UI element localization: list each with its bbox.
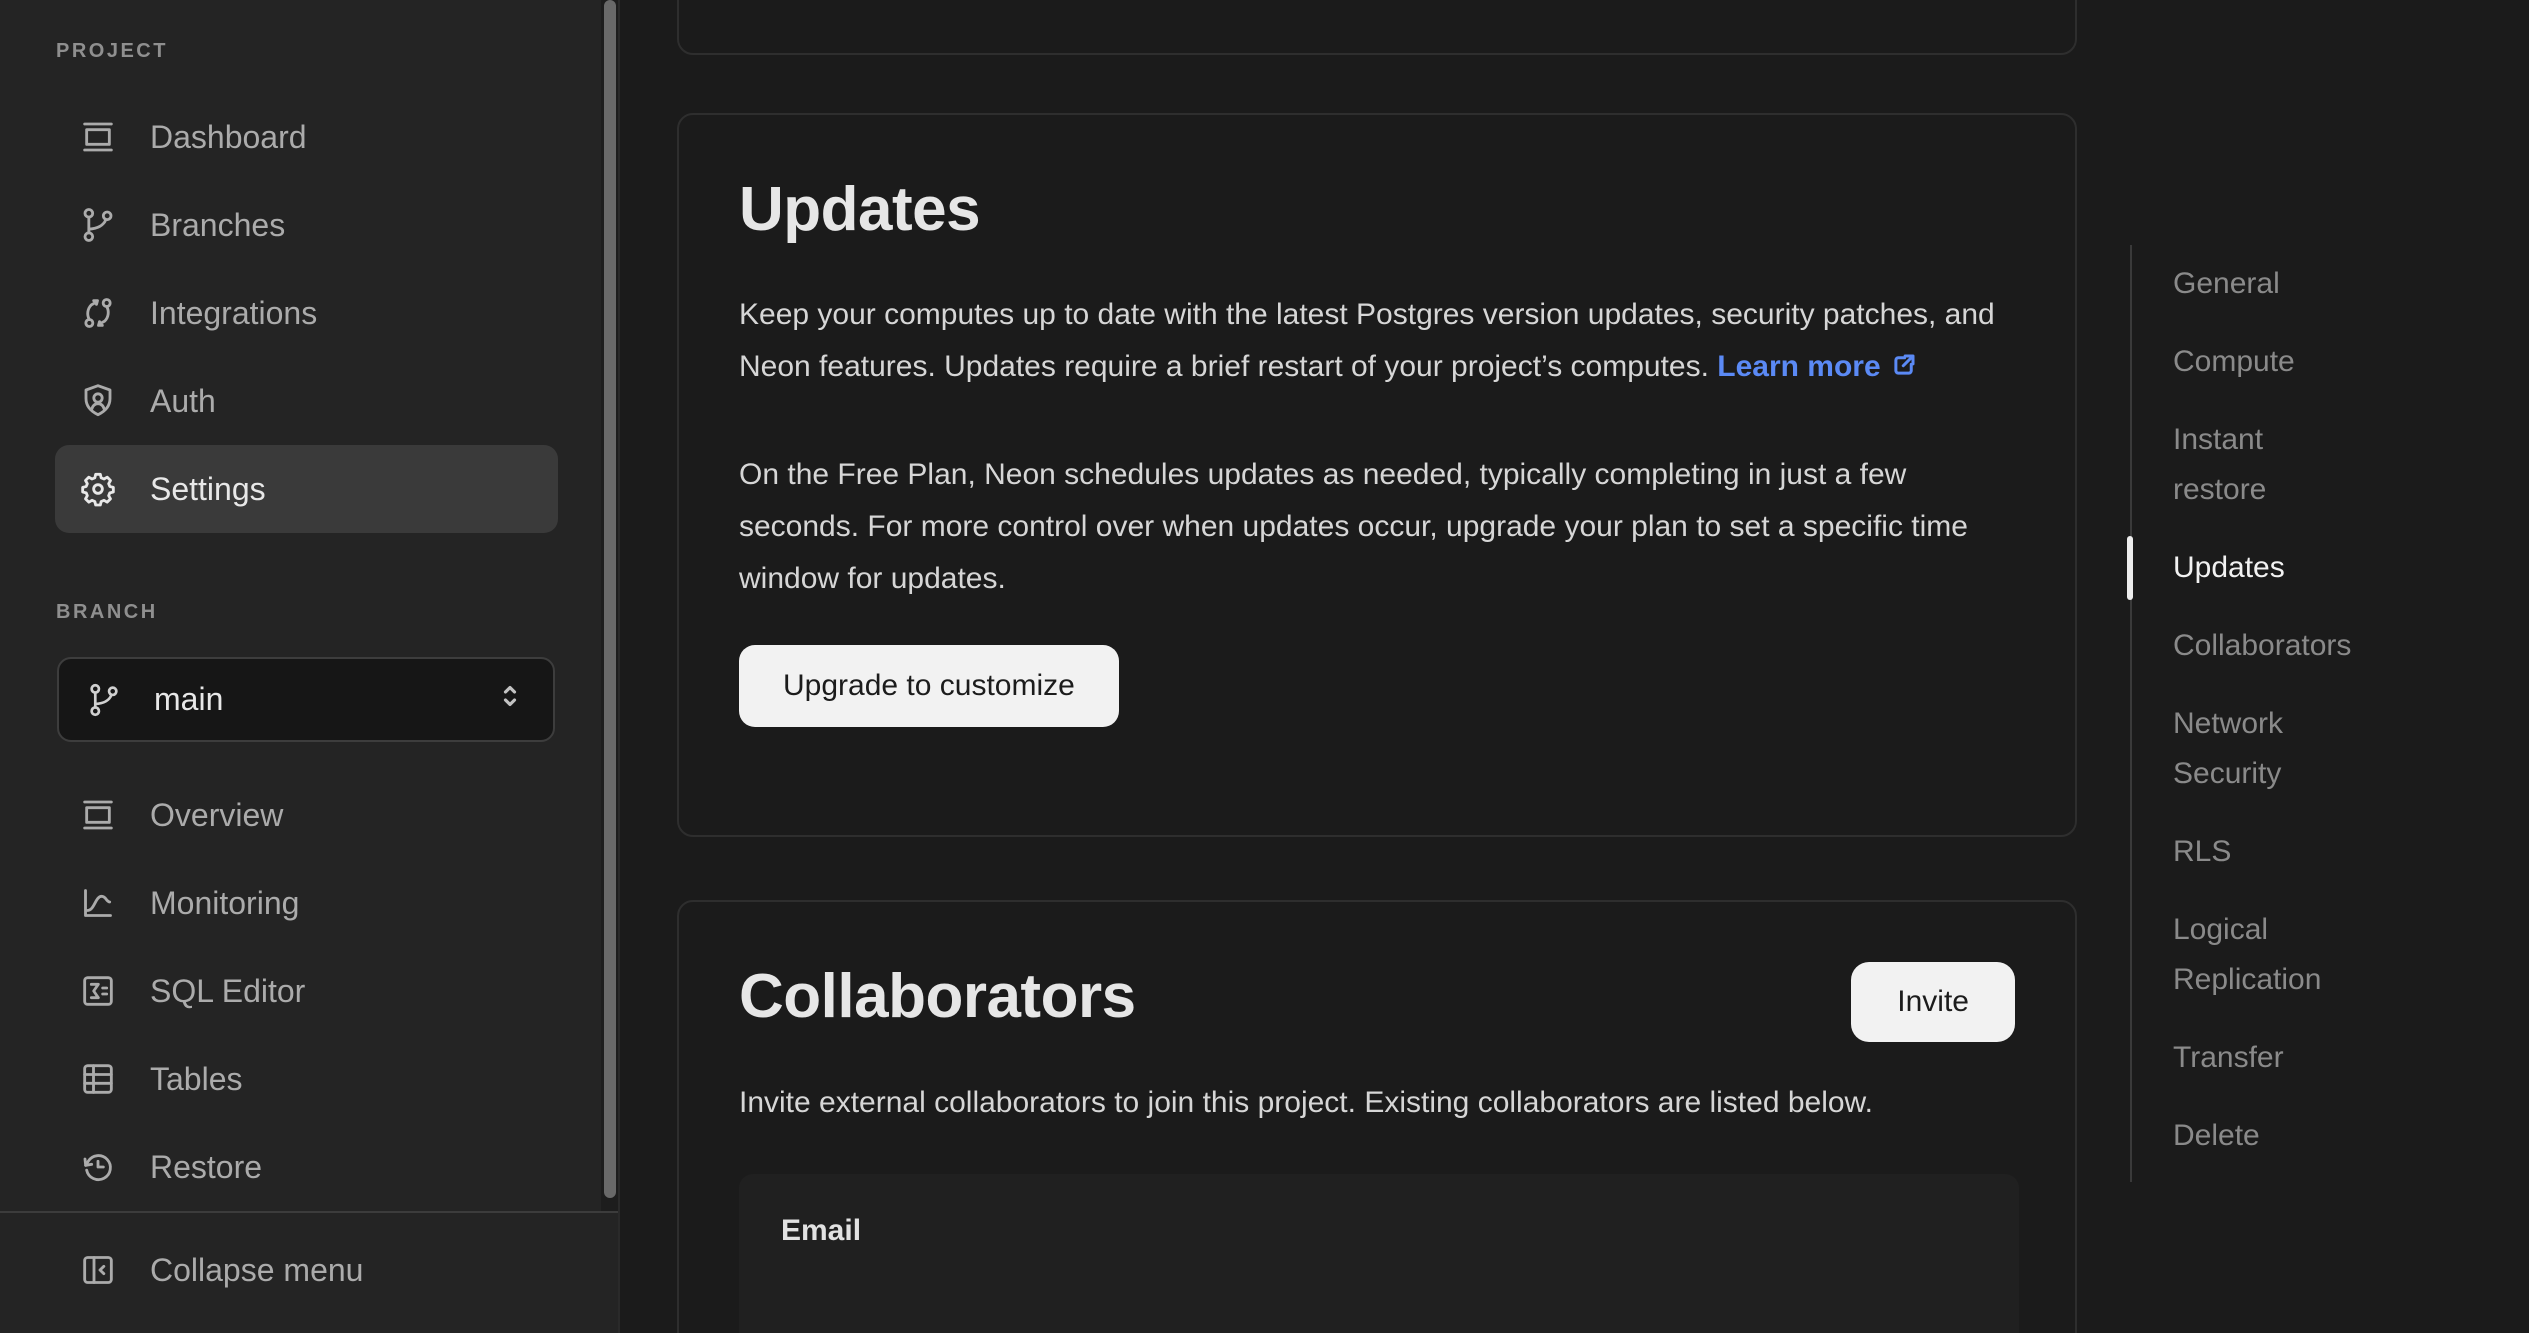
- sidebar-item-label: Monitoring: [150, 885, 299, 922]
- sidebar-item-restore[interactable]: Restore: [55, 1123, 558, 1211]
- sidebar-item-overview[interactable]: Overview: [55, 771, 558, 859]
- sidebar-item-monitoring[interactable]: Monitoring: [55, 859, 558, 947]
- collapse-menu-label: Collapse menu: [150, 1252, 363, 1289]
- sidebar-scrollbar-thumb[interactable]: [604, 0, 616, 1198]
- sidebar-item-label: Restore: [150, 1149, 262, 1186]
- auth-shield-icon: [78, 381, 118, 421]
- previous-settings-card: [677, 0, 2077, 55]
- section-nav-item-collaborators[interactable]: Collaborators: [2173, 621, 2378, 671]
- collaborators-card: Collaborators Invite Invite external col…: [677, 900, 2077, 1333]
- section-nav-item-updates[interactable]: Updates: [2173, 543, 2378, 593]
- sidebar-item-label: Integrations: [150, 295, 317, 332]
- sidebar-item-label: Overview: [150, 797, 283, 834]
- branch-selector[interactable]: main: [57, 657, 555, 742]
- integrations-icon: [78, 293, 118, 333]
- sidebar-item-integrations[interactable]: Integrations: [55, 269, 558, 357]
- collaborators-card-header: Collaborators Invite: [739, 962, 2015, 1042]
- active-section-indicator: [2127, 536, 2133, 600]
- updates-description: Keep your computes up to date with the l…: [739, 289, 2009, 393]
- git-branch-icon: [85, 681, 123, 719]
- project-nav: Dashboard Branches Integrations Auth: [0, 93, 601, 533]
- section-nav-item-instant-restore[interactable]: Instant restore: [2173, 415, 2378, 515]
- tables-icon: [78, 1059, 118, 1099]
- email-column-header: Email: [781, 1214, 2019, 1248]
- gear-icon: [78, 469, 118, 509]
- collaborators-card-title: Collaborators: [739, 962, 1136, 1032]
- sql-editor-icon: [78, 971, 118, 1011]
- monitoring-icon: [78, 883, 118, 923]
- sidebar-item-tables[interactable]: Tables: [55, 1035, 558, 1123]
- settings-section-nav: General Compute Instant restore Updates …: [2130, 245, 2410, 1182]
- section-nav-item-transfer[interactable]: Transfer: [2173, 1033, 2378, 1083]
- sidebar-item-label: Branches: [150, 207, 285, 244]
- learn-more-link[interactable]: Learn more: [1717, 350, 1918, 383]
- sidebar-item-settings[interactable]: Settings: [55, 445, 558, 533]
- section-nav-item-general[interactable]: General: [2173, 259, 2378, 309]
- sidebar-item-dashboard[interactable]: Dashboard: [55, 93, 558, 181]
- updates-card-title: Updates: [739, 175, 2015, 245]
- dashboard-icon: [78, 117, 118, 157]
- chevron-up-down-icon: [493, 679, 527, 721]
- section-nav-item-logical-replication[interactable]: Logical Replication: [2173, 905, 2378, 1005]
- branch-selector-value: main: [154, 681, 493, 718]
- neon-console-settings-page: PROJECT Dashboard Branches Integrations: [0, 0, 2529, 1333]
- sidebar-item-label: Settings: [150, 471, 266, 508]
- sidebar-scrollbar-track: [601, 0, 618, 1333]
- sidebar-item-auth[interactable]: Auth: [55, 357, 558, 445]
- collapse-menu-button[interactable]: Collapse menu: [55, 1226, 558, 1314]
- external-link-icon: [1881, 350, 1919, 383]
- invite-button[interactable]: Invite: [1851, 962, 2015, 1042]
- updates-free-plan-note: On the Free Plan, Neon schedules updates…: [739, 449, 2009, 605]
- upgrade-to-customize-button[interactable]: Upgrade to customize: [739, 645, 1119, 727]
- restore-clock-icon: [78, 1147, 118, 1187]
- updates-card: Updates Keep your computes up to date wi…: [677, 113, 2077, 837]
- sidebar-item-label: Tables: [150, 1061, 243, 1098]
- sidebar-footer: Collapse menu: [0, 1211, 618, 1333]
- section-nav-item-rls[interactable]: RLS: [2173, 827, 2378, 877]
- branch-nav: Overview Monitoring SQL Editor Tables: [0, 771, 601, 1211]
- sidebar-item-sql-editor[interactable]: SQL Editor: [55, 947, 558, 1035]
- sidebar-item-label: SQL Editor: [150, 973, 305, 1010]
- collaborators-table: Email: [739, 1174, 2019, 1333]
- branch-section-label: BRANCH: [56, 601, 601, 624]
- git-branch-icon: [78, 205, 118, 245]
- section-nav-item-network-security[interactable]: Network Security: [2173, 699, 2378, 799]
- sidebar-item-label: Auth: [150, 383, 216, 420]
- sidebar-item-branches[interactable]: Branches: [55, 181, 558, 269]
- overview-icon: [78, 795, 118, 835]
- collapse-panel-icon: [78, 1250, 118, 1290]
- section-nav-item-delete[interactable]: Delete: [2173, 1111, 2378, 1161]
- section-nav-item-compute[interactable]: Compute: [2173, 337, 2378, 387]
- collaborators-description: Invite external collaborators to join th…: [739, 1078, 2009, 1128]
- project-section-label: PROJECT: [56, 40, 601, 63]
- sidebar-item-label: Dashboard: [150, 119, 307, 156]
- project-sidebar: PROJECT Dashboard Branches Integrations: [0, 0, 601, 1333]
